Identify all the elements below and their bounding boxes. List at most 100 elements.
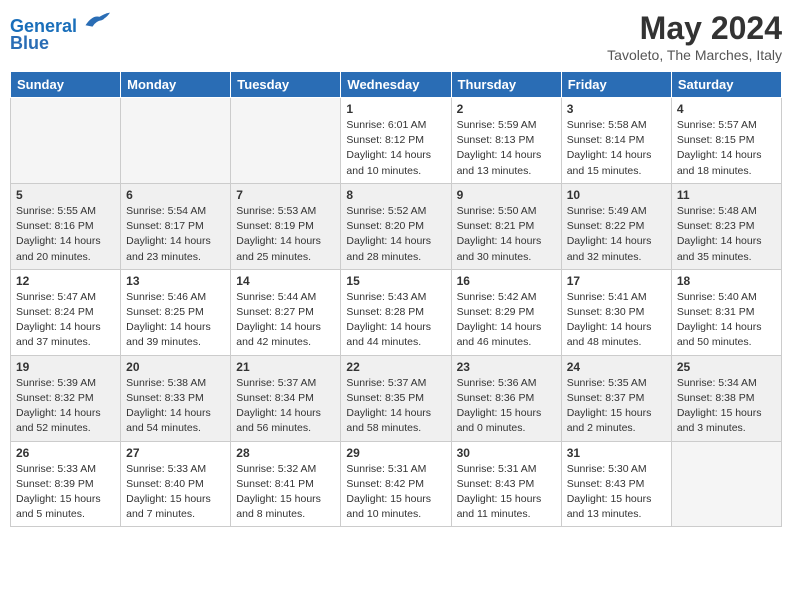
daylight-text: Daylight: 14 hours and 10 minutes. [346,148,445,178]
daylight-text: Daylight: 14 hours and 42 minutes. [236,320,335,350]
daylight-text: Daylight: 14 hours and 44 minutes. [346,320,445,350]
calendar-cell [121,98,231,184]
calendar-cell: 11Sunrise: 5:48 AMSunset: 8:23 PMDayligh… [671,183,781,269]
location-title: Tavoleto, The Marches, Italy [607,47,782,63]
sunrise-text: Sunrise: 5:46 AM [126,290,225,305]
calendar-cell: 30Sunrise: 5:31 AMSunset: 8:43 PMDayligh… [451,441,561,527]
calendar-cell: 27Sunrise: 5:33 AMSunset: 8:40 PMDayligh… [121,441,231,527]
calendar-week-row: 12 Sunrise: 5:47 AMSunset: 8:24 PMDayligh… [11,269,782,355]
sunset-text: Sunset: 8:36 PM [457,391,556,406]
daylight-text: Daylight: 14 hours and 35 minutes. [677,234,776,264]
day-info: Sunrise: 5:53 AMSunset: 8:19 PMDaylight:… [236,204,335,265]
sunset-text: Sunset: 8:17 PM [126,219,225,234]
day-info: Sunrise: 5:36 AMSunset: 8:36 PMDaylight:… [457,376,556,437]
daylight-text: Daylight: 15 hours and 5 minutes. [16,492,115,522]
sunrise-text: Sunrise: 5:40 AM [677,290,776,305]
calendar-cell: 29Sunrise: 5:31 AMSunset: 8:42 PMDayligh… [341,441,451,527]
calendar-cell: 6Sunrise: 5:54 AMSunset: 8:17 PMDaylight… [121,183,231,269]
sunset-text: Sunset: 8:25 PM [126,305,225,320]
calendar-cell: 16Sunrise: 5:42 AMSunset: 8:29 PMDayligh… [451,269,561,355]
calendar-week-row: 26Sunrise: 5:33 AMSunset: 8:39 PMDayligh… [11,441,782,527]
day-info: Sunrise: 5:54 AMSunset: 8:17 PMDaylight:… [126,204,225,265]
day-number: 25 [677,360,776,374]
daylight-text: Daylight: 14 hours and 54 minutes. [126,406,225,436]
day-number: 12 [16,274,115,288]
day-info: Sunrise: 5:52 AMSunset: 8:20 PMDaylight:… [346,204,445,265]
title-block: May 2024 Tavoleto, The Marches, Italy [607,10,782,63]
sunset-text: Sunset: 8:16 PM [16,219,115,234]
day-number: 10 [567,188,666,202]
day-number: 5 [16,188,115,202]
calendar-cell: 5Sunrise: 5:55 AMSunset: 8:16 PMDaylight… [11,183,121,269]
calendar-cell: 19Sunrise: 5:39 AMSunset: 8:32 PMDayligh… [11,355,121,441]
day-number: 1 [346,102,445,116]
sunset-text: Sunset: 8:28 PM [346,305,445,320]
day-number: 26 [16,446,115,460]
sunrise-text: Sunrise: 5:54 AM [126,204,225,219]
day-number: 2 [457,102,556,116]
calendar-cell: 28 Sunrise: 5:32 AMSunset: 8:41 PMDayligh… [231,441,341,527]
page-header: General Blue May 2024 Tavoleto, The Marc… [10,10,782,63]
daylight-text: Daylight: 14 hours and 39 minutes. [126,320,225,350]
calendar-cell [231,98,341,184]
calendar-cell: 31Sunrise: 5:30 AMSunset: 8:43 PMDayligh… [561,441,671,527]
calendar-table: SundayMondayTuesdayWednesdayThursdayFrid… [10,71,782,527]
sunset-text: Sunset: 8:38 PM [677,391,776,406]
daylight-text: Daylight: 14 hours and 13 minutes. [457,148,556,178]
daylight-text: Daylight: 14 hours and 30 minutes. [457,234,556,264]
sunrise-text: Sunrise: 5:31 AM [457,462,556,477]
sunrise-text: Sunrise: 5:47 AM [16,290,115,305]
daylight-text: Daylight: 14 hours and 58 minutes. [346,406,445,436]
daylight-text: Daylight: 14 hours and 37 minutes. [16,320,115,350]
day-info: Sunrise: 5:40 AMSunset: 8:31 PMDaylight:… [677,290,776,351]
calendar-cell: 2Sunrise: 5:59 AMSunset: 8:13 PMDaylight… [451,98,561,184]
day-info: Sunrise: 5:47 AMSunset: 8:24 PMDaylight:… [16,290,115,351]
calendar-cell: 17Sunrise: 5:41 AMSunset: 8:30 PMDayligh… [561,269,671,355]
calendar-cell: 9Sunrise: 5:50 AMSunset: 8:21 PMDaylight… [451,183,561,269]
sunrise-text: Sunrise: 5:31 AM [346,462,445,477]
daylight-text: Daylight: 15 hours and 8 minutes. [236,492,335,522]
sunrise-text: Sunrise: 5:49 AM [567,204,666,219]
sunset-text: Sunset: 8:37 PM [567,391,666,406]
sunrise-text: Sunrise: 5:59 AM [457,118,556,133]
daylight-text: Daylight: 15 hours and 11 minutes. [457,492,556,522]
calendar-week-row: 5 Sunrise: 5:55 AMSunset: 8:16 PM Daylight… [11,183,782,269]
calendar-cell: 4Sunrise: 5:57 AMSunset: 8:15 PMDaylight… [671,98,781,184]
calendar-cell: 7Sunrise: 5:53 AMSunset: 8:19 PMDaylight… [231,183,341,269]
sunset-text: Sunset: 8:29 PM [457,305,556,320]
sunrise-text: Sunrise: 5:37 AM [346,376,445,391]
sunrise-text: Sunrise: 5:33 AM [126,462,225,477]
sunrise-text: Sunrise: 5:37 AM [236,376,335,391]
day-number: 28 [236,446,335,460]
calendar-cell: 12 Sunrise: 5:47 AMSunset: 8:24 PMDayligh… [11,269,121,355]
day-number: 13 [126,274,225,288]
day-info: Sunrise: 5:41 AMSunset: 8:30 PMDaylight:… [567,290,666,351]
calendar-week-row: 1Sunrise: 6:01 AMSunset: 8:12 PMDaylight… [11,98,782,184]
daylight-text: Daylight: 14 hours and 32 minutes. [567,234,666,264]
sunset-text: Sunset: 8:27 PM [236,305,335,320]
calendar-cell: 10Sunrise: 5:49 AMSunset: 8:22 PMDayligh… [561,183,671,269]
sunset-text: Sunset: 8:42 PM [346,477,445,492]
sunset-text: Sunset: 8:20 PM [346,219,445,234]
day-info: Sunrise: 5:32 AMSunset: 8:41 PMDaylight:… [236,462,335,523]
daylight-text: Daylight: 14 hours and 48 minutes. [567,320,666,350]
sunset-text: Sunset: 8:30 PM [567,305,666,320]
weekday-header-monday: Monday [121,72,231,98]
sunrise-text: Sunrise: 5:41 AM [567,290,666,305]
day-info: Sunrise: 5:30 AMSunset: 8:43 PMDaylight:… [567,462,666,523]
daylight-text: Daylight: 15 hours and 0 minutes. [457,406,556,436]
day-number: 16 [457,274,556,288]
sunrise-text: Sunrise: 5:34 AM [677,376,776,391]
daylight-text: Daylight: 15 hours and 7 minutes. [126,492,225,522]
sunset-text: Sunset: 8:39 PM [16,477,115,492]
calendar-cell: 13 Sunrise: 5:46 AMSunset: 8:25 PMDayligh… [121,269,231,355]
day-number: 15 [346,274,445,288]
day-number: 18 [677,274,776,288]
sunset-text: Sunset: 8:32 PM [16,391,115,406]
sunrise-text: Sunrise: 5:55 AM [16,204,115,219]
sunrise-text: Sunrise: 5:58 AM [567,118,666,133]
day-number: 3 [567,102,666,116]
sunrise-text: Sunrise: 5:33 AM [16,462,115,477]
calendar-cell: 21Sunrise: 5:37 AMSunset: 8:34 PMDayligh… [231,355,341,441]
day-number: 29 [346,446,445,460]
